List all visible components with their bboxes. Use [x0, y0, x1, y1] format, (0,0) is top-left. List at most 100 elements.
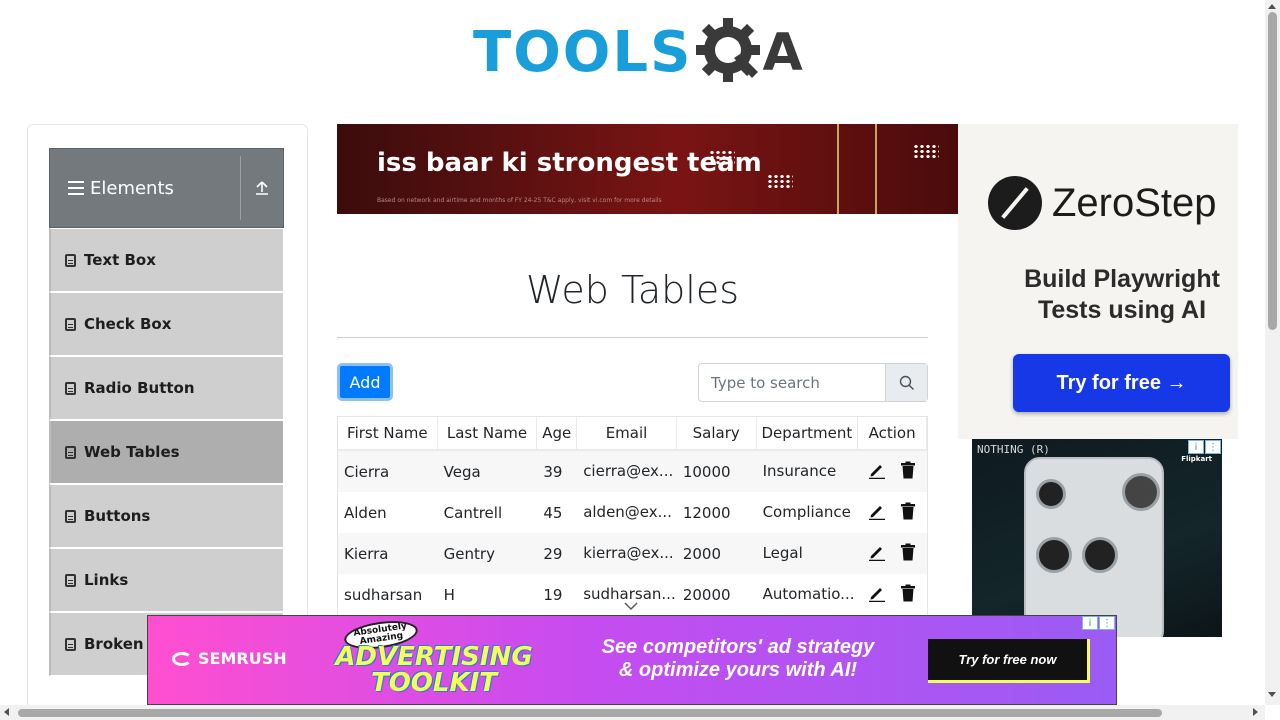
column-header-last-name[interactable]: Last Name: [438, 417, 538, 449]
edit-icon[interactable]: [868, 584, 886, 606]
column-header-first-name[interactable]: First Name: [338, 417, 438, 449]
delete-icon[interactable]: [900, 543, 916, 565]
column-header-department[interactable]: Department: [757, 417, 859, 449]
camera-icon: [1036, 479, 1066, 509]
chevron-down-icon[interactable]: [624, 601, 638, 611]
column-header-email[interactable]: Email: [577, 417, 677, 449]
vertical-scrollbar[interactable]: [1265, 0, 1280, 705]
edit-icon[interactable]: [868, 502, 886, 524]
ad-menu-icon[interactable]: ⋮: [1099, 616, 1115, 630]
cell-salary: 12000: [682, 503, 731, 522]
cell-first-name: Kierra: [344, 544, 389, 563]
scroll-up-arrow-icon[interactable]: [1268, 0, 1276, 9]
title-line-2: TOOLKIT: [370, 668, 498, 698]
sidebar-item-web-tables[interactable]: Web Tables: [49, 420, 284, 484]
try-for-free-button[interactable]: Try for free →: [1013, 354, 1230, 412]
semrush-logo: SEMRUSH: [172, 649, 287, 668]
sidebar-item-text-box[interactable]: Text Box: [49, 228, 284, 292]
cell-last-name: Gentry: [443, 544, 495, 563]
scroll-left-arrow-icon[interactable]: [0, 708, 9, 716]
nothing-phone-ad[interactable]: NOTHING (R) Flipkart i ⋮: [972, 439, 1222, 637]
sidebar-menu: Text Box Check Box Radio Button Web Tabl…: [49, 228, 284, 676]
camera-icon: [1036, 537, 1072, 573]
zerostep-brand: ZeroStep: [1052, 180, 1217, 225]
semrush-brand: SEMRUSH: [198, 649, 287, 668]
sidebar-item-label: Web Tables: [84, 443, 180, 461]
document-icon: [65, 573, 76, 587]
top-banner-ad[interactable]: iss baar ki strongest team Based on netw…: [337, 124, 958, 214]
ad-menu-icon[interactable]: ⋮: [1205, 440, 1221, 454]
ad-info-icon[interactable]: i: [1188, 440, 1204, 454]
column-header-age[interactable]: Age: [537, 417, 578, 449]
edit-icon[interactable]: [868, 461, 886, 483]
cell-salary: 20000: [682, 585, 731, 604]
vertical-scroll-thumb[interactable]: [1268, 12, 1277, 330]
elements-group-header[interactable]: Elements: [49, 148, 284, 228]
cell-age: 39: [543, 462, 563, 481]
copy-line-2: & optimize yours with AI!: [618, 659, 858, 681]
cell-first-name: Alden: [344, 503, 387, 522]
sidebar-item-label: Links: [84, 571, 129, 589]
scroll-down-arrow-icon[interactable]: [1268, 692, 1276, 701]
document-icon: [65, 509, 76, 523]
cell-age: 45: [543, 503, 563, 522]
search-input[interactable]: [699, 364, 885, 401]
page-title: Web Tables: [526, 268, 739, 312]
sidebar-item-label: Buttons: [84, 507, 151, 525]
ad-copy: See competitors' ad strategy & optimize …: [578, 636, 898, 682]
cell-action: [858, 533, 927, 574]
delete-icon[interactable]: [900, 502, 916, 524]
semrush-ad[interactable]: SEMRUSH Absolutely Amazing ADVERTISING T…: [147, 615, 1117, 705]
toolsqa-logo[interactable]: TOOLS A: [473, 14, 803, 92]
menu-icon: [68, 181, 84, 195]
cell-department: Automatio...: [762, 585, 855, 603]
column-header-salary[interactable]: Salary: [677, 417, 757, 449]
stadium-lights-icon: [913, 144, 939, 160]
collapse-icon[interactable]: [241, 180, 283, 196]
delete-icon[interactable]: [900, 461, 916, 483]
cell-last-name: H: [443, 585, 455, 604]
logo-text: TOOLS: [473, 20, 693, 85]
stadium-lights-icon: [767, 174, 793, 190]
cell-first-name: Cierra: [344, 462, 390, 481]
sidebar-item-label: Check Box: [84, 315, 172, 333]
document-icon: [65, 253, 76, 267]
add-button[interactable]: Add: [337, 363, 393, 401]
table-body: Cierra Vega 39 cierra@ex... 10000 Insurance Al…: [338, 451, 927, 615]
zerostep-ad[interactable]: ZeroStep Build Playwright Tests using AI…: [958, 124, 1238, 439]
advertising-toolkit-title: ADVERTISING TOOLKIT: [334, 644, 534, 696]
camera-icon: [1082, 537, 1118, 573]
search-button[interactable]: [885, 364, 927, 401]
ad-info-icon[interactable]: i: [1082, 616, 1098, 630]
ad-fine-print: Based on network and airtime and months …: [377, 197, 662, 204]
document-icon: [65, 637, 76, 651]
try-for-free-now-button[interactable]: Try for free now: [928, 639, 1090, 683]
tagline-line-1: Build Playwright: [1024, 265, 1220, 293]
cell-last-name: Vega: [443, 462, 481, 481]
column-header-action: Action: [858, 417, 927, 449]
edit-icon[interactable]: [868, 543, 886, 565]
cell-salary: 2000: [682, 544, 722, 563]
sidebar-item-links[interactable]: Links: [49, 548, 284, 612]
cell-last-name: Cantrell: [443, 503, 503, 522]
cell-email: alden@ex...: [583, 503, 672, 521]
cell-salary: 10000: [682, 462, 731, 481]
delete-icon[interactable]: [900, 584, 916, 606]
stadium-lights-icon: [709, 150, 735, 166]
sidebar-item-buttons[interactable]: Buttons: [49, 484, 284, 548]
title-line-1: ADVERTISING: [335, 642, 533, 672]
document-icon: [65, 317, 76, 331]
scroll-right-arrow-icon[interactable]: [1253, 708, 1262, 716]
horizontal-scroll-thumb[interactable]: [18, 709, 1162, 717]
cell-department: Compliance: [762, 503, 851, 521]
sidebar-item-radio-button[interactable]: Radio Button: [49, 356, 284, 420]
tagline-line-2: Tests using AI: [1037, 296, 1207, 324]
cell-department: Insurance: [762, 462, 837, 480]
ad-headline: iss baar ki strongest team: [377, 148, 762, 178]
document-icon: [65, 445, 76, 459]
sidebar-item-check-box[interactable]: Check Box: [49, 292, 284, 356]
table-header-row: First Name Last Name Age Email Salary De…: [338, 417, 927, 451]
search-box: [698, 363, 928, 402]
cell-age: 19: [543, 585, 563, 604]
table-row: Alden Cantrell 45 alden@ex... 12000 Complianc…: [338, 492, 927, 533]
